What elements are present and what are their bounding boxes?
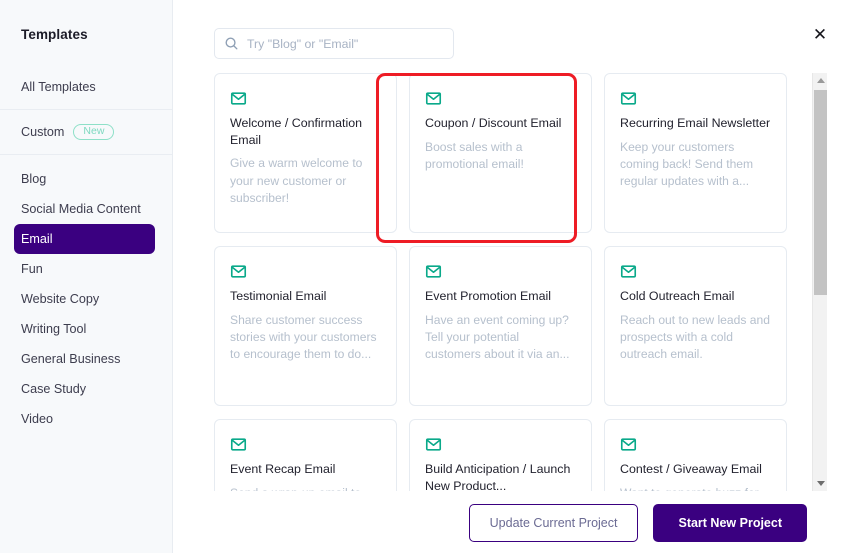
template-card[interactable]: Build Anticipation / Launch New Product.… bbox=[409, 419, 592, 491]
main-panel: ✕ Welcome / Confirmation Email Give a war… bbox=[173, 0, 853, 553]
sidebar-section-custom: Custom New bbox=[0, 110, 172, 155]
start-new-project-button[interactable]: Start New Project bbox=[653, 503, 807, 542]
scrollbar-thumb[interactable] bbox=[814, 90, 827, 295]
template-card-title: Testimonial Email bbox=[230, 289, 327, 303]
template-card-title: Recurring Email Newsletter bbox=[620, 116, 771, 130]
search-input[interactable] bbox=[247, 36, 444, 51]
template-card-description: Keep your customers coming back! Send th… bbox=[620, 139, 754, 189]
footer-actions: Update Current Project Start New Project bbox=[173, 491, 853, 553]
vertical-scrollbar[interactable] bbox=[812, 73, 827, 491]
envelope-icon bbox=[425, 90, 576, 107]
template-card-title: Contest / Giveaway Email bbox=[620, 462, 762, 476]
template-card[interactable]: Event Promotion Email Have an event comin… bbox=[409, 246, 592, 406]
template-card-description: Boost sales with a promotional email! bbox=[425, 139, 524, 171]
sidebar-item-label: Video bbox=[21, 412, 53, 426]
template-card-title: Event Recap Email bbox=[230, 462, 336, 476]
templates-modal: Templates All Templates Custom New Blog S… bbox=[0, 0, 853, 553]
sidebar-title: Templates bbox=[21, 27, 88, 42]
sidebar-item-writing-tool[interactable]: Writing Tool bbox=[0, 314, 155, 344]
close-icon[interactable]: ✕ bbox=[809, 23, 831, 45]
template-card-description: Have an event coming up? Tell your poten… bbox=[425, 312, 570, 362]
search-icon bbox=[224, 36, 239, 51]
new-badge: New bbox=[73, 123, 115, 141]
envelope-icon bbox=[620, 436, 771, 453]
sidebar-item-social-media-content[interactable]: Social Media Content bbox=[0, 194, 155, 224]
sidebar-item-custom[interactable]: Custom New bbox=[0, 110, 172, 154]
sidebar-item-label: Website Copy bbox=[21, 292, 100, 306]
sidebar-item-label: Case Study bbox=[21, 382, 87, 396]
search-box[interactable] bbox=[214, 28, 454, 59]
sidebar: Templates All Templates Custom New Blog S… bbox=[0, 0, 173, 553]
sidebar-category-list: Blog Social Media Content Email Fun Website … bbox=[0, 155, 172, 434]
sidebar-item-general-business[interactable]: General Business bbox=[0, 344, 155, 374]
envelope-icon bbox=[620, 90, 771, 107]
sidebar-item-case-study[interactable]: Case Study bbox=[0, 374, 155, 404]
template-card[interactable]: Contest / Giveaway EmailWant to generate… bbox=[604, 419, 787, 491]
template-card[interactable]: Testimonial Email Share customer success … bbox=[214, 246, 397, 406]
sidebar-item-label: Blog bbox=[21, 172, 47, 186]
template-card-title: Coupon / Discount Email bbox=[425, 116, 562, 130]
envelope-icon bbox=[425, 263, 576, 280]
template-card-title: Welcome / Confirmation Email bbox=[230, 116, 362, 147]
template-grid-viewport: Welcome / Confirmation Email Give a warm … bbox=[214, 73, 814, 491]
envelope-icon bbox=[620, 263, 771, 280]
template-card-title: Build Anticipation / Launch New Product.… bbox=[425, 462, 571, 491]
sidebar-item-label: Fun bbox=[21, 262, 43, 276]
template-card[interactable]: Recurring Email Newsletter Keep your cust… bbox=[604, 73, 787, 233]
sidebar-section-all: All Templates bbox=[0, 65, 172, 110]
template-card-description: Share customer success stories with your… bbox=[230, 312, 377, 362]
template-card-title: Cold Outreach Email bbox=[620, 289, 735, 303]
sidebar-item-label: General Business bbox=[21, 352, 121, 366]
sidebar-item-email[interactable]: Email bbox=[14, 224, 155, 254]
envelope-icon bbox=[230, 90, 381, 107]
template-card-description: Reach out to new leads and prospects wit… bbox=[620, 312, 770, 362]
sidebar-item-label: Writing Tool bbox=[21, 322, 87, 336]
sidebar-item-label: Custom bbox=[21, 125, 65, 139]
template-grid: Welcome / Confirmation Email Give a warm … bbox=[214, 73, 814, 491]
sidebar-item-label: Social Media Content bbox=[21, 202, 141, 216]
template-card[interactable]: Welcome / Confirmation Email Give a warm … bbox=[214, 73, 397, 233]
scroll-down-arrow-icon[interactable] bbox=[813, 476, 828, 491]
envelope-icon bbox=[425, 436, 576, 453]
template-card-title: Event Promotion Email bbox=[425, 289, 552, 303]
sidebar-item-label: Email bbox=[21, 232, 53, 246]
template-card-description: Give a warm welcome to your new customer… bbox=[230, 156, 363, 205]
sidebar-item-website-copy[interactable]: Website Copy bbox=[0, 284, 155, 314]
template-card[interactable]: Cold Outreach Email Reach out to new lead… bbox=[604, 246, 787, 406]
sidebar-item-video[interactable]: Video bbox=[0, 404, 155, 434]
scroll-up-arrow-icon[interactable] bbox=[813, 73, 828, 88]
envelope-icon bbox=[230, 263, 381, 280]
sidebar-item-label: All Templates bbox=[21, 80, 96, 94]
sidebar-item-all-templates[interactable]: All Templates bbox=[0, 65, 172, 109]
template-card[interactable]: Event Recap EmailSend a wrap-up email to… bbox=[214, 419, 397, 491]
sidebar-item-fun[interactable]: Fun bbox=[0, 254, 155, 284]
sidebar-item-blog[interactable]: Blog bbox=[0, 164, 155, 194]
update-current-project-button[interactable]: Update Current Project bbox=[468, 503, 639, 542]
envelope-icon bbox=[230, 436, 381, 453]
template-card[interactable]: Coupon / Discount Email Boost sales with … bbox=[409, 73, 592, 233]
